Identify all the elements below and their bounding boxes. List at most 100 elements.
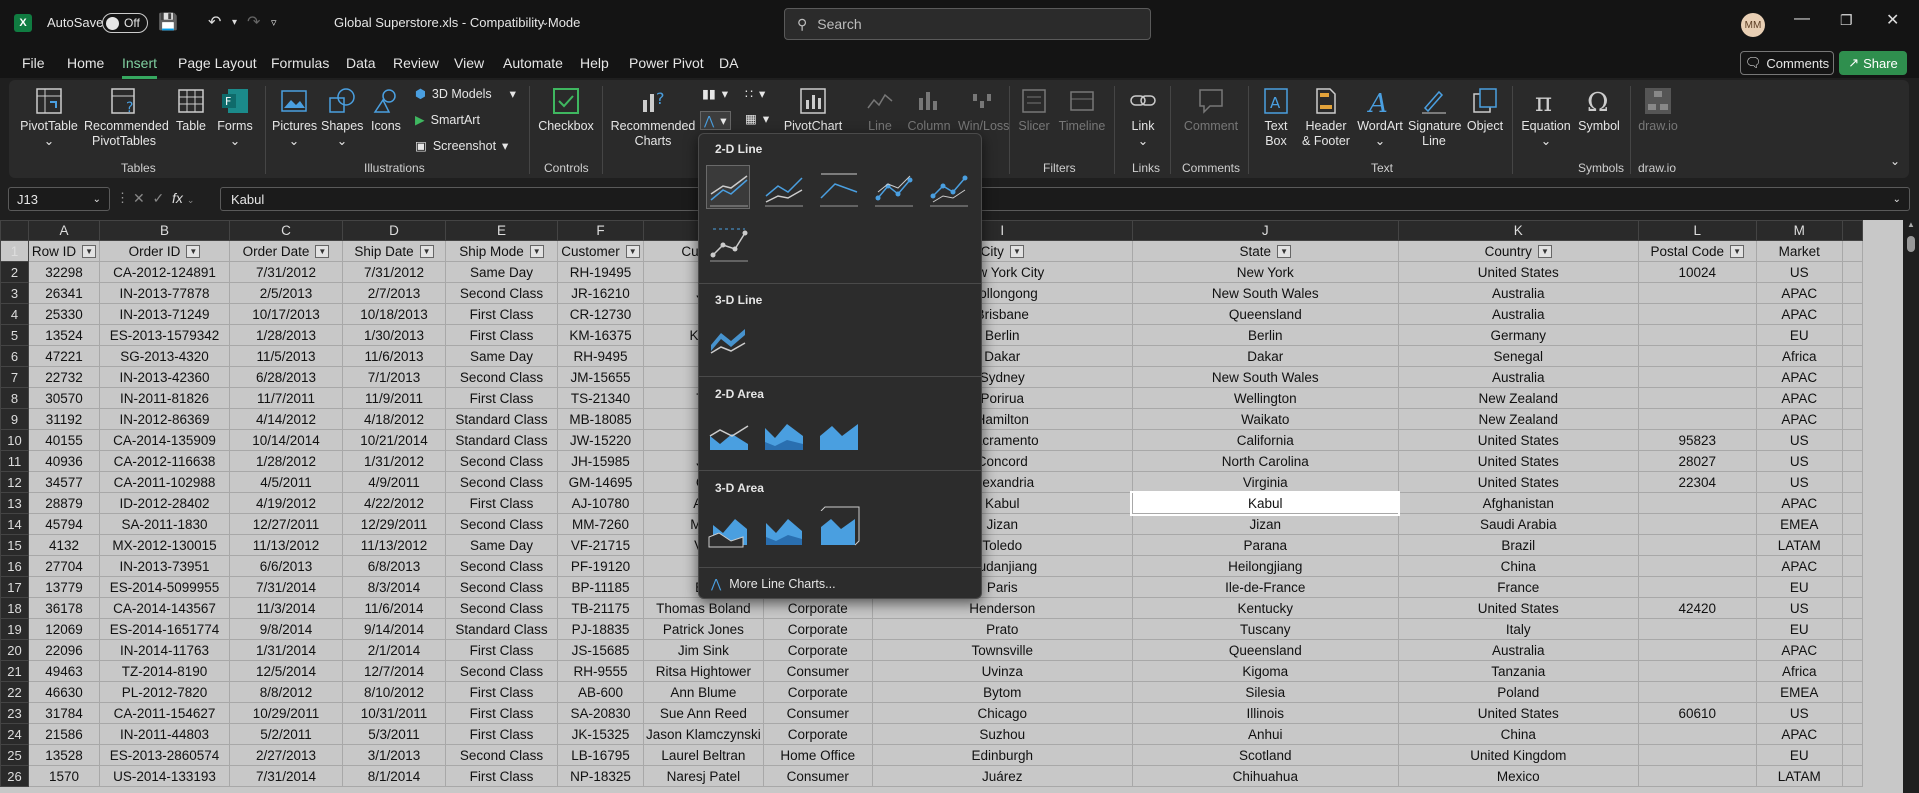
row-number[interactable]: 8 <box>0 387 29 409</box>
column-header[interactable]: B <box>99 220 230 241</box>
cell[interactable]: VF-21715 <box>557 534 644 556</box>
cell[interactable]: Same Day <box>445 534 558 556</box>
100-stacked-area-chart-option[interactable] <box>816 409 860 453</box>
cell[interactable]: First Class <box>445 702 558 724</box>
insert-function-icon[interactable]: fx <box>172 190 183 206</box>
comments-button[interactable]: 🗨 Comments <box>1740 51 1834 75</box>
cell[interactable] <box>1841 534 1863 556</box>
cell[interactable]: 27704 <box>28 555 100 577</box>
column-header[interactable]: J <box>1131 220 1399 241</box>
cell[interactable]: Kentucky <box>1131 597 1399 619</box>
cell[interactable]: RH-9495 <box>557 345 644 367</box>
cell[interactable]: Heilongjiang <box>1131 555 1399 577</box>
cell[interactable]: 2/1/2014 <box>342 639 446 661</box>
cell[interactable]: Jim Sink <box>643 639 764 661</box>
customize-qat-icon[interactable]: ▿ <box>271 16 277 29</box>
cell[interactable]: APAC <box>1755 303 1843 325</box>
cell[interactable]: 11/13/2012 <box>342 534 446 556</box>
cell[interactable]: Mexico <box>1397 765 1639 787</box>
cell[interactable]: 47221 <box>28 345 100 367</box>
header-footer-button[interactable]: Header & Footer <box>1300 86 1352 149</box>
cell[interactable] <box>1841 555 1863 577</box>
cell[interactable]: 1/30/2013 <box>342 324 446 346</box>
cell[interactable]: IN-2014-11763 <box>99 639 230 661</box>
menu-formulas[interactable]: Formulas <box>271 55 329 71</box>
pictures-button[interactable]: Pictures ⌄ <box>272 86 317 149</box>
cell[interactable]: EU <box>1755 324 1843 346</box>
menu-review[interactable]: Review <box>393 55 439 71</box>
cell[interactable]: PJ-18835 <box>557 618 644 640</box>
cell[interactable]: RH-9555 <box>557 660 644 682</box>
cell[interactable]: 12/7/2014 <box>342 660 446 682</box>
cell[interactable]: Wellington <box>1131 387 1399 409</box>
undo-dropdown-icon[interactable]: ▾ <box>232 17 237 28</box>
cell[interactable]: United States <box>1397 429 1639 451</box>
cell[interactable]: Bytom <box>871 681 1133 703</box>
menu-view[interactable]: View <box>454 55 484 71</box>
cell[interactable]: China <box>1397 723 1639 745</box>
cell[interactable] <box>1637 345 1757 367</box>
filter-dropdown-icon[interactable]: ▼ <box>529 245 544 259</box>
row-number[interactable]: 5 <box>0 324 29 346</box>
table-button[interactable]: Table <box>172 86 210 134</box>
column-header[interactable]: E <box>445 220 558 241</box>
column-header[interactable]: C <box>229 220 343 241</box>
cell[interactable] <box>1841 660 1863 682</box>
cell[interactable] <box>1841 366 1863 388</box>
row-number[interactable]: 10 <box>0 429 29 451</box>
cell[interactable]: APAC <box>1755 555 1843 577</box>
cell[interactable]: 21586 <box>28 723 100 745</box>
100-stacked-line-with-markers-chart-option[interactable] <box>706 220 750 264</box>
cell[interactable]: First Class <box>445 303 558 325</box>
minimize-icon[interactable]: — <box>1794 10 1810 28</box>
cell[interactable]: 60610 <box>1637 702 1757 724</box>
cell[interactable] <box>1637 744 1757 766</box>
cell[interactable] <box>1841 429 1863 451</box>
filter-dropdown-icon[interactable]: ▼ <box>419 245 434 259</box>
cell[interactable]: KM-16375 <box>557 324 644 346</box>
cell[interactable]: 2/5/2013 <box>229 282 343 304</box>
cell[interactable]: 2/27/2013 <box>229 744 343 766</box>
avatar[interactable]: MM <box>1741 13 1765 37</box>
cell[interactable] <box>1637 618 1757 640</box>
cell[interactable] <box>1841 576 1863 598</box>
cell[interactable]: BP-11185 <box>557 576 644 598</box>
cell[interactable]: Standard Class <box>445 408 558 430</box>
cell[interactable]: RH-19495 <box>557 261 644 283</box>
cell[interactable]: 7/31/2014 <box>229 765 343 787</box>
cell[interactable]: 30570 <box>28 387 100 409</box>
cell[interactable] <box>1841 387 1863 409</box>
cell[interactable]: 10/31/2011 <box>342 702 446 724</box>
cell[interactable]: 8/8/2012 <box>229 681 343 703</box>
cell[interactable]: Germany <box>1397 324 1639 346</box>
cell[interactable]: AJ-10780 <box>557 492 644 514</box>
cell[interactable]: 2/7/2013 <box>342 282 446 304</box>
cell[interactable]: Parana <box>1131 534 1399 556</box>
header-cell[interactable]: Postal Code ▼ <box>1637 240 1757 262</box>
collapse-ribbon-icon[interactable]: ⌄ <box>1890 154 1900 168</box>
cell[interactable]: MB-18085 <box>557 408 644 430</box>
stacked-line-with-markers-chart-option[interactable] <box>926 165 970 209</box>
cell[interactable]: MM-7260 <box>557 513 644 535</box>
cell[interactable]: 10/17/2013 <box>229 303 343 325</box>
cell[interactable]: Tuscany <box>1131 618 1399 640</box>
cell[interactable]: Queensland <box>1131 303 1399 325</box>
cell[interactable]: Kabul <box>1130 490 1401 516</box>
cell[interactable]: 6/28/2013 <box>229 366 343 388</box>
cell[interactable]: 10/14/2014 <box>229 429 343 451</box>
cell[interactable]: Second Class <box>445 660 558 682</box>
cell[interactable]: APAC <box>1755 387 1843 409</box>
cell[interactable]: US <box>1755 429 1843 451</box>
column-header[interactable]: M <box>1755 220 1843 241</box>
cell[interactable]: JM-15655 <box>557 366 644 388</box>
row-number[interactable]: 23 <box>0 702 29 724</box>
filter-dropdown-icon[interactable]: ▼ <box>625 245 640 259</box>
cell[interactable] <box>1637 282 1757 304</box>
cell[interactable]: 1/28/2013 <box>229 324 343 346</box>
row-number[interactable]: 4 <box>0 303 29 325</box>
cell[interactable]: 11/7/2011 <box>229 387 343 409</box>
cell[interactable]: 6/6/2013 <box>229 555 343 577</box>
filter-dropdown-icon[interactable]: ▼ <box>186 245 201 259</box>
cell[interactable]: CA-2014-143567 <box>99 597 230 619</box>
cell[interactable]: Prato <box>871 618 1133 640</box>
